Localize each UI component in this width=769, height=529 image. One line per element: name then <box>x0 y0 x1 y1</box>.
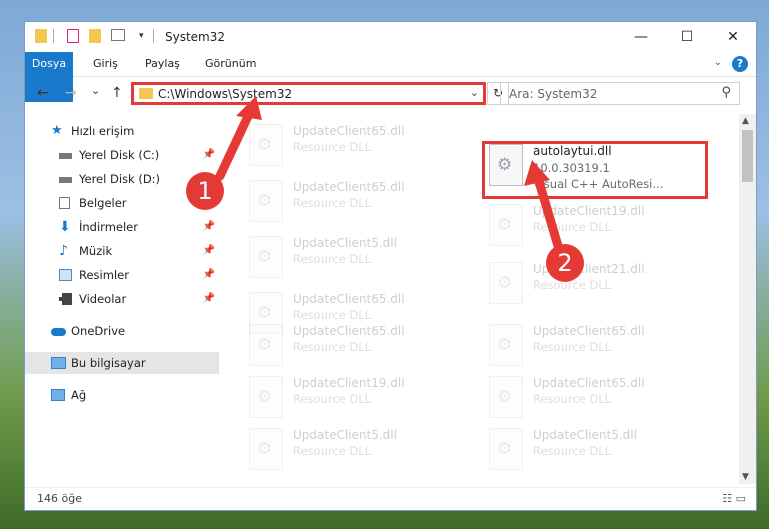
arrow-1-head <box>236 96 262 120</box>
arrow-1 <box>215 107 255 181</box>
callout-badge-1: 1 <box>186 172 224 210</box>
annotation-arrows <box>215 96 563 251</box>
arrow-2-head <box>524 160 550 186</box>
callout-badge-2: 2 <box>546 244 584 282</box>
arrow-2 <box>533 173 563 251</box>
